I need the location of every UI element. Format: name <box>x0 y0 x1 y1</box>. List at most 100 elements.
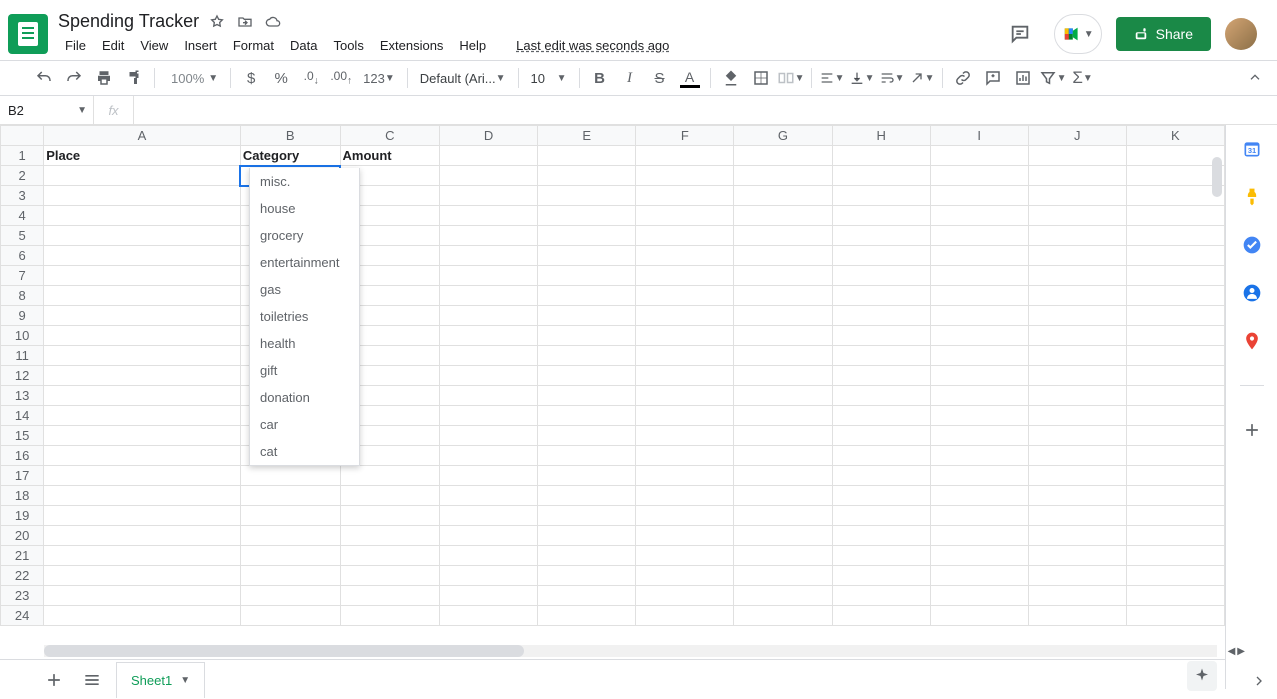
cell[interactable] <box>636 426 734 446</box>
cell[interactable] <box>930 226 1028 246</box>
cell[interactable] <box>636 406 734 426</box>
cell[interactable] <box>44 486 241 506</box>
format-number-dropdown[interactable]: 123▼ <box>357 71 401 86</box>
cell[interactable] <box>636 386 734 406</box>
row-header[interactable]: 19 <box>1 506 44 526</box>
cell[interactable] <box>636 546 734 566</box>
cell[interactable] <box>832 226 930 246</box>
cell[interactable] <box>1028 426 1126 446</box>
cell[interactable] <box>1028 246 1126 266</box>
cell[interactable] <box>240 586 340 606</box>
row-header[interactable]: 14 <box>1 406 44 426</box>
sheet-tab[interactable]: Sheet1▼ <box>116 662 205 698</box>
menu-edit[interactable]: Edit <box>95 34 131 57</box>
cell[interactable] <box>538 586 636 606</box>
cell[interactable] <box>240 566 340 586</box>
col-header[interactable]: H <box>832 126 930 146</box>
cell[interactable] <box>44 586 241 606</box>
cell[interactable] <box>832 506 930 526</box>
cell[interactable] <box>930 326 1028 346</box>
cell[interactable] <box>439 586 537 606</box>
cell[interactable] <box>1028 186 1126 206</box>
cell[interactable] <box>439 386 537 406</box>
contacts-icon[interactable] <box>1242 283 1262 303</box>
cell[interactable]: Place <box>44 146 241 166</box>
cell[interactable] <box>439 546 537 566</box>
cell[interactable] <box>636 346 734 366</box>
cell[interactable] <box>439 286 537 306</box>
row-header[interactable]: 10 <box>1 326 44 346</box>
cell[interactable] <box>44 466 241 486</box>
cell[interactable] <box>44 286 241 306</box>
cell[interactable] <box>44 246 241 266</box>
cell[interactable] <box>636 266 734 286</box>
cell[interactable] <box>930 166 1028 186</box>
cell[interactable] <box>439 426 537 446</box>
validation-dropdown[interactable]: misc. house grocery entertainment gas to… <box>249 168 360 466</box>
cell[interactable] <box>930 366 1028 386</box>
cell[interactable] <box>832 466 930 486</box>
cell[interactable] <box>1028 346 1126 366</box>
cell[interactable] <box>930 486 1028 506</box>
cell[interactable] <box>930 526 1028 546</box>
dropdown-option[interactable]: health <box>250 330 359 357</box>
cell[interactable] <box>439 186 537 206</box>
cloud-icon[interactable] <box>265 14 281 30</box>
cell[interactable] <box>636 226 734 246</box>
cell[interactable] <box>636 166 734 186</box>
cell[interactable] <box>832 446 930 466</box>
cell[interactable] <box>1028 526 1126 546</box>
cell[interactable] <box>930 446 1028 466</box>
cell[interactable] <box>1028 286 1126 306</box>
cell[interactable] <box>832 366 930 386</box>
chart-button[interactable] <box>1009 64 1037 92</box>
cell[interactable] <box>538 566 636 586</box>
cell[interactable] <box>1028 466 1126 486</box>
col-header[interactable]: J <box>1028 126 1126 146</box>
cell[interactable] <box>930 546 1028 566</box>
cell[interactable] <box>930 466 1028 486</box>
cell[interactable] <box>734 226 832 246</box>
menu-format[interactable]: Format <box>226 34 281 57</box>
cell[interactable] <box>636 446 734 466</box>
row-header[interactable]: 13 <box>1 386 44 406</box>
keep-icon[interactable] <box>1242 187 1262 207</box>
cell[interactable] <box>1028 326 1126 346</box>
cell[interactable] <box>636 186 734 206</box>
hide-sidepanel-icon[interactable] <box>1251 673 1267 689</box>
cell[interactable] <box>734 406 832 426</box>
dropdown-option[interactable]: misc. <box>250 168 359 195</box>
cell[interactable] <box>636 606 734 626</box>
cell[interactable] <box>538 186 636 206</box>
cell[interactable] <box>44 606 241 626</box>
cell[interactable] <box>439 206 537 226</box>
cell[interactable] <box>538 286 636 306</box>
filter-button[interactable]: ▼ <box>1039 64 1067 92</box>
merge-button[interactable]: ▼ <box>777 64 805 92</box>
cell[interactable] <box>734 466 832 486</box>
cell[interactable] <box>1028 406 1126 426</box>
text-color-button[interactable]: A <box>676 64 704 92</box>
cell[interactable] <box>734 286 832 306</box>
cell[interactable] <box>538 346 636 366</box>
row-header[interactable]: 20 <box>1 526 44 546</box>
row-header[interactable]: 2 <box>1 166 44 186</box>
cell[interactable] <box>439 446 537 466</box>
cell[interactable] <box>44 526 241 546</box>
cell[interactable] <box>44 166 241 186</box>
cell[interactable] <box>538 246 636 266</box>
cell[interactable] <box>930 246 1028 266</box>
cell[interactable] <box>340 506 439 526</box>
cell[interactable] <box>44 366 241 386</box>
row-header[interactable]: 23 <box>1 586 44 606</box>
vertical-scrollbar[interactable] <box>1210 157 1224 619</box>
row-header[interactable]: 3 <box>1 186 44 206</box>
cell[interactable] <box>439 266 537 286</box>
cell[interactable] <box>1028 586 1126 606</box>
cell[interactable] <box>636 506 734 526</box>
cell[interactable] <box>832 186 930 206</box>
row-header[interactable]: 15 <box>1 426 44 446</box>
cell[interactable] <box>538 266 636 286</box>
cell[interactable] <box>44 326 241 346</box>
cell[interactable] <box>636 586 734 606</box>
